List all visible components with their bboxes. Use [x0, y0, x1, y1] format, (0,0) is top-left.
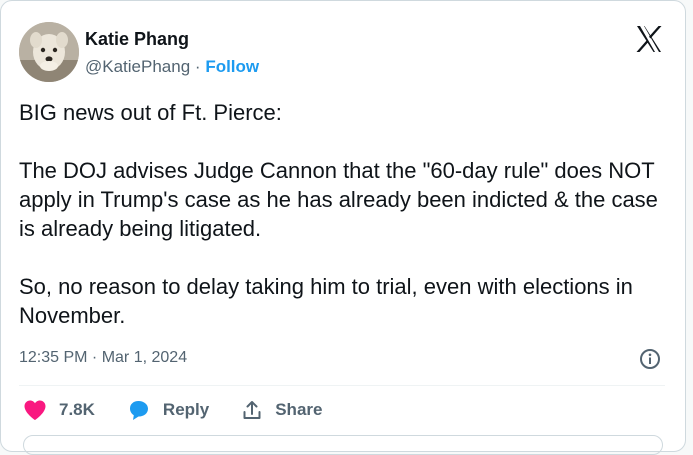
read-replies-button[interactable] [23, 435, 663, 455]
info-icon[interactable] [639, 348, 661, 370]
speech-bubble-icon [129, 401, 148, 420]
reply-label: Reply [162, 400, 210, 419]
like-button[interactable]: 7.8K [23, 399, 95, 421]
avatar-dog-image [19, 22, 79, 82]
share-label: Share [275, 400, 323, 419]
avatar[interactable] [19, 22, 79, 82]
heart-icon [24, 400, 46, 420]
tweet-timestamp[interactable]: 12:35 PM · Mar 1, 2024 [19, 349, 187, 367]
author-handle[interactable]: @KatiePhang [85, 57, 190, 76]
share-upload-icon [243, 401, 261, 419]
x-logo-icon[interactable] [634, 24, 664, 54]
author-handle-row: @KatiePhang · Follow [85, 57, 259, 77]
author-name[interactable]: Katie Phang [85, 29, 189, 50]
action-bar: 7.8K Reply Share [23, 399, 322, 421]
tweet-text: BIG news out of Ft. Pierce: The DOJ advi… [19, 100, 658, 328]
like-count: 7.8K [59, 400, 95, 419]
tweet-card: Katie Phang @KatiePhang · Follow BIG new… [0, 0, 686, 455]
follow-button[interactable]: Follow [205, 57, 259, 76]
divider [19, 385, 665, 386]
reply-button[interactable]: Reply [127, 399, 209, 421]
separator-dot: · [194, 57, 201, 76]
share-button[interactable]: Share [241, 399, 322, 421]
